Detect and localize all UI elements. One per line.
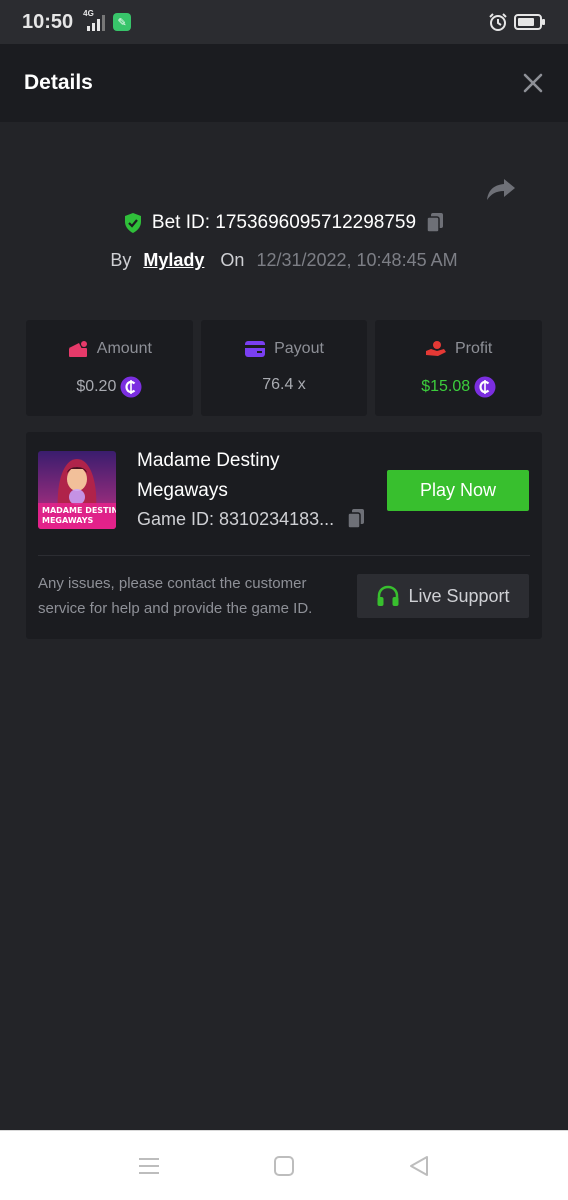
share-icon[interactable]	[486, 177, 516, 201]
game-thumbnail[interactable]: MADAME DESTINY MEGAWAYS	[38, 451, 116, 529]
stat-profit: Profit $15.08	[375, 320, 543, 416]
copy-icon[interactable]	[346, 508, 366, 530]
shield-check-icon	[124, 213, 141, 233]
stat-label: Amount	[96, 340, 152, 357]
stat-value: $15.08	[421, 378, 471, 395]
bet-meta-row: By Mylady On 12/31/2022, 10:48:45 AM	[0, 250, 568, 271]
thumb-title: MADAME DESTINY	[42, 506, 116, 515]
bet-datetime: 12/31/2022, 10:48:45 AM	[256, 250, 458, 270]
game-id: Game ID: 8310234183...	[137, 508, 335, 529]
amount-icon	[68, 341, 87, 357]
stat-amount: Amount $0.20	[26, 320, 193, 416]
by-label: By	[110, 250, 132, 270]
status-bar: 10:50 4G ✎	[0, 0, 568, 44]
back-icon[interactable]	[408, 1155, 430, 1177]
app-notification-icon: ✎	[113, 13, 132, 31]
profit-hand-icon	[426, 341, 446, 356]
divider	[38, 555, 530, 556]
menu-icon[interactable]	[138, 1155, 160, 1177]
coin-icon	[474, 376, 496, 398]
on-label: On	[220, 250, 245, 270]
home-icon[interactable]	[273, 1155, 295, 1177]
signal-icon: 4G	[83, 9, 106, 31]
game-name: Madame Destiny Megaways	[137, 450, 280, 501]
thumb-subtitle: MEGAWAYS	[42, 516, 94, 525]
live-support-label: Live Support	[408, 585, 510, 606]
battery-icon	[514, 14, 545, 30]
stat-value: $0.20	[76, 378, 117, 395]
help-text: Any issues, please contact the customer …	[38, 575, 313, 617]
system-nav-bar	[0, 1130, 568, 1200]
copy-icon[interactable]	[425, 212, 445, 234]
coin-icon	[120, 376, 142, 398]
details-header: Details	[0, 44, 568, 122]
bet-id: Bet ID: 1753696095712298759	[151, 212, 417, 233]
stat-label: Profit	[455, 340, 493, 357]
alarm-icon	[489, 13, 507, 31]
stat-value: 76.4 x	[262, 376, 306, 393]
play-now-button[interactable]: Play Now	[387, 470, 529, 511]
stat-payout: Payout 76.4 x	[200, 320, 368, 416]
user-link[interactable]: Mylady	[143, 250, 204, 271]
headphones-icon	[377, 585, 399, 606]
network-type: 4G	[83, 9, 94, 18]
payout-card-icon	[245, 341, 266, 357]
status-time: 10:50	[22, 10, 74, 33]
close-icon[interactable]	[522, 72, 544, 94]
game-card: MADAME DESTINY MEGAWAYS Madame Destiny M…	[26, 432, 542, 639]
bet-id-row: Bet ID: 1753696095712298759	[0, 212, 568, 234]
stat-label: Payout	[274, 340, 324, 357]
page-title: Details	[24, 71, 93, 94]
live-support-button[interactable]: Live Support	[357, 574, 529, 618]
bet-stats: Amount $0.20 Payout 76.4 x Profit $15.08	[26, 320, 543, 416]
game-id-row: Game ID: 8310234183...	[137, 508, 366, 530]
